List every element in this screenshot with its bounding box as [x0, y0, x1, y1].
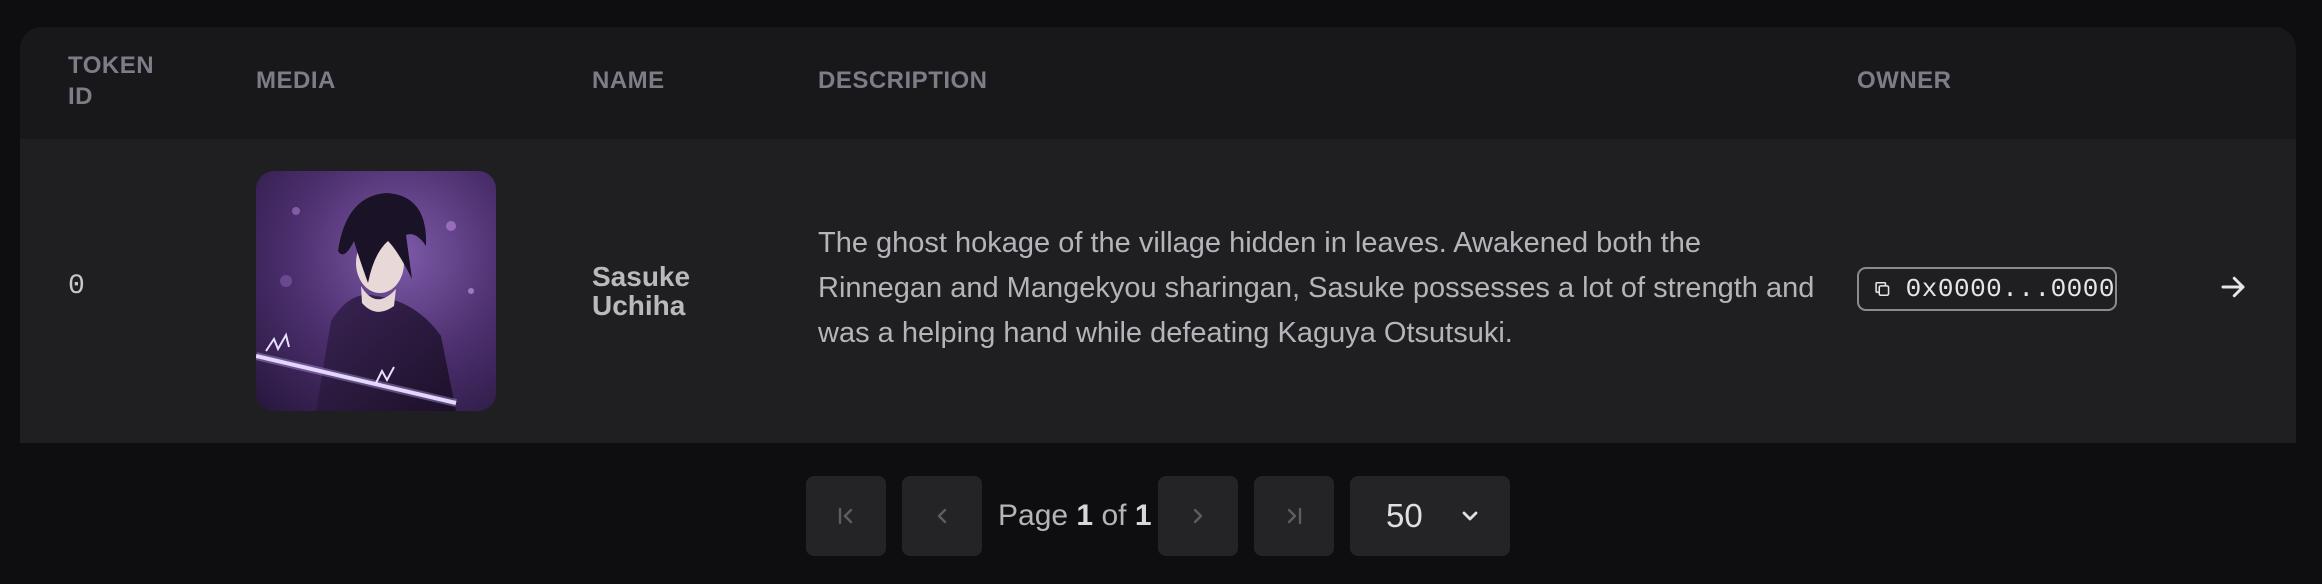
chevron-right-icon: [1193, 508, 1203, 524]
header-media: MEDIA: [256, 67, 336, 94]
chevron-down-icon: [1462, 511, 1478, 521]
header-token-id: TOKEN ID: [68, 52, 155, 110]
character-artwork-image: [256, 171, 496, 411]
last-page-button[interactable]: [1254, 476, 1334, 556]
page-size-select[interactable]: 50: [1350, 476, 1510, 556]
owner-address-copy-button[interactable]: 0x0000...0000: [1857, 267, 2117, 311]
table-row[interactable]: 0 Sasuke Uchiha The ghost hokage of the …: [20, 139, 2296, 443]
arrow-right-icon[interactable]: [2218, 272, 2248, 302]
last-page-icon: [1287, 507, 1302, 525]
token-id-cell: 0: [68, 271, 85, 302]
nft-name: Sasuke Uchiha: [592, 261, 691, 321]
total-pages: 1: [1134, 499, 1152, 532]
page-indicator: Page 1 of 1: [998, 476, 1152, 556]
first-page-button[interactable]: [806, 476, 886, 556]
nft-description: The ghost hokage of the village hidden i…: [818, 227, 1815, 349]
of-word: of: [1101, 499, 1127, 532]
current-page: 1: [1076, 499, 1094, 532]
next-page-button[interactable]: [1158, 476, 1238, 556]
table-header: TOKEN ID MEDIA NAME DESCRIPTION OWNER: [20, 27, 2296, 139]
owner-address: 0x0000...0000: [1905, 274, 2115, 304]
first-page-icon: [838, 507, 853, 525]
header-owner: OWNER: [1857, 67, 1952, 94]
previous-page-button[interactable]: [902, 476, 982, 556]
nft-table: TOKEN ID MEDIA NAME DESCRIPTION OWNER 0: [20, 27, 2296, 443]
page-size-value: 50: [1386, 497, 1423, 534]
chevron-left-icon: [937, 508, 947, 524]
copy-icon: [1875, 282, 1890, 296]
page-word: Page: [998, 499, 1069, 532]
header-name: NAME: [592, 67, 665, 94]
header-description: DESCRIPTION: [818, 67, 988, 94]
